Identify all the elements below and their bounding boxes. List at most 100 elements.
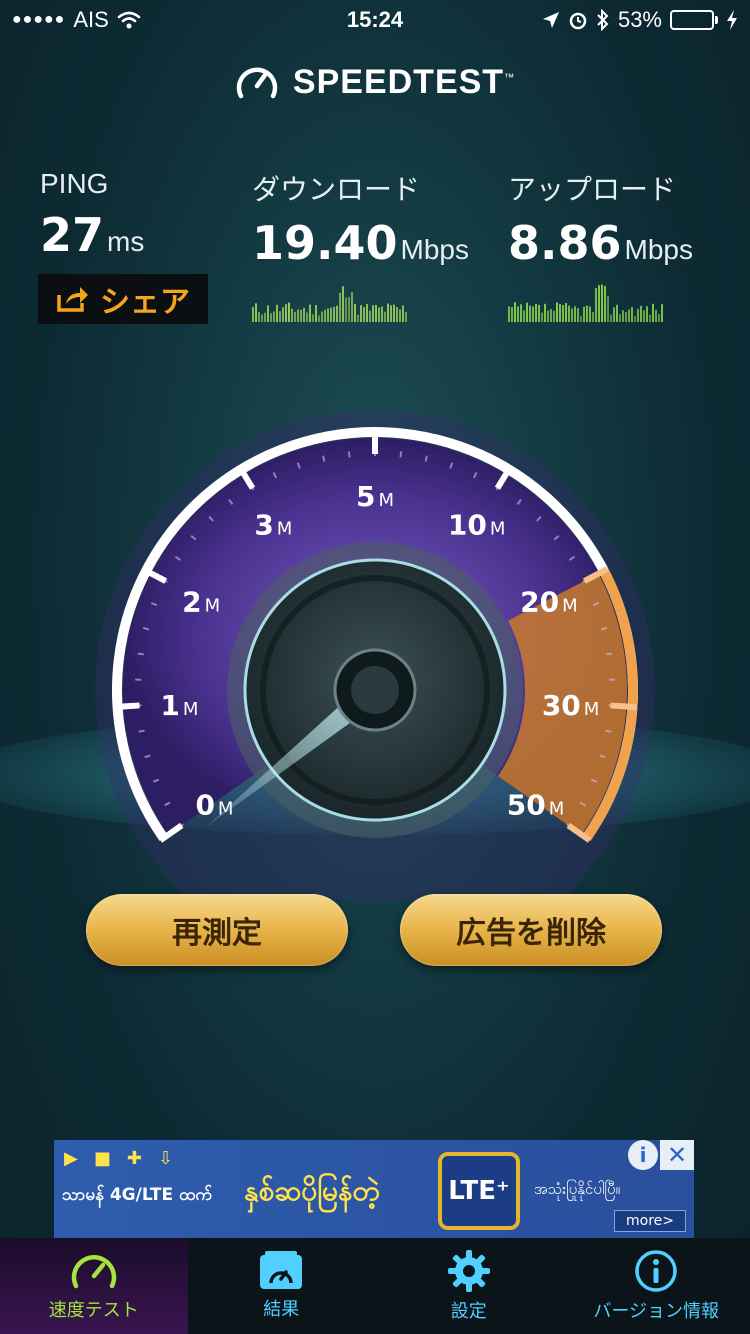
sparkline-bar: [619, 314, 621, 322]
sparkline-bar: [514, 302, 516, 322]
gamepad-icon: ✚: [126, 1148, 142, 1169]
retest-button[interactable]: 再測定: [86, 894, 348, 966]
sparkline-bar: [375, 304, 377, 322]
video-icon: ■: [93, 1148, 111, 1169]
sparkline-bar: [258, 311, 260, 322]
sparkline-bar: [655, 309, 657, 322]
sparkline-bar: [595, 288, 597, 322]
sparkline-bar: [300, 309, 302, 322]
speedometer-icon: [71, 1255, 116, 1289]
upload-label: アップロード: [508, 174, 677, 205]
sparkline-bar: [372, 305, 374, 322]
sparkline-bar: [318, 315, 320, 322]
sparkline-bar: [270, 313, 272, 322]
sparkline-bar: [276, 304, 278, 322]
sparkline-bar: [571, 308, 573, 322]
share-label: シェア: [100, 285, 190, 320]
sparkline-bar: [255, 303, 257, 322]
sparkline-bar: [565, 303, 567, 322]
sparkline-bar: [369, 310, 371, 322]
tab-label: 速度テスト: [48, 1300, 139, 1321]
speedometer-logo-icon: [236, 67, 278, 99]
sparkline-bar: [288, 302, 290, 322]
carrier-name: AIS: [73, 7, 109, 32]
sparkline-bar: [592, 311, 594, 322]
results-folder-icon: [260, 1251, 303, 1289]
location-arrow-icon: [542, 12, 559, 28]
tab-results[interactable]: 結果: [188, 1238, 376, 1334]
tab-about[interactable]: バージョン情報: [563, 1238, 750, 1334]
sparkline-bar: [526, 302, 528, 322]
sparkline-bar: [517, 306, 519, 322]
sparkline-bar: [559, 304, 561, 322]
sparkline-bar: [580, 315, 582, 322]
gauge-hub-center: [351, 666, 399, 714]
ad-left-text: သာမန် 4G/LTE ထက်: [62, 1185, 213, 1205]
ad-more-button[interactable]: more>: [614, 1210, 686, 1232]
ad-info-icon[interactable]: i: [628, 1140, 658, 1170]
sparkline-bar: [330, 307, 332, 322]
remove-ads-button[interactable]: 広告を削除: [400, 894, 662, 966]
sparkline-bar: [541, 312, 543, 322]
sparkline-bar: [613, 307, 615, 322]
download-unit: Mbps: [400, 234, 469, 265]
info-icon: [635, 1250, 677, 1292]
sparkline-bar: [294, 311, 296, 322]
sparkline-bar: [574, 306, 576, 322]
sparkline-bar: [556, 302, 558, 322]
upload-value: 8.86: [508, 216, 622, 270]
tab-bar: 速度テスト 結果 設定 バージョン情報: [0, 1238, 750, 1334]
upload-unit: Mbps: [624, 234, 693, 265]
sparkline-bar: [625, 312, 627, 322]
download-icon: ⇩: [157, 1148, 174, 1169]
tab-speed-test[interactable]: 速度テスト: [0, 1238, 188, 1334]
sparkline-bar: [538, 304, 540, 322]
sparkline-bar: [336, 305, 338, 322]
download-sparkline: [252, 286, 407, 322]
ad-media-icons: ▶ ■ ✚ ⇩: [64, 1148, 173, 1169]
sparkline-bar: [360, 305, 362, 322]
ad-banner[interactable]: ▶ ■ ✚ ⇩ သာမန် 4G/LTE ထက် နှစ်ဆပိုမြန်တဲ့…: [54, 1140, 694, 1238]
sparkline-bar: [261, 314, 263, 322]
sparkline-bar: [291, 308, 293, 322]
sparkline-bar: [327, 308, 329, 322]
sparkline-bar: [652, 303, 654, 322]
sparkline-bar: [402, 305, 404, 322]
bluetooth-icon: [597, 9, 609, 31]
share-button[interactable]: シェア: [38, 274, 208, 324]
sparkline-bar: [643, 310, 645, 322]
tab-settings[interactable]: 設定: [375, 1238, 563, 1334]
tab-label: 設定: [450, 1301, 487, 1322]
sparkline-bar: [309, 304, 311, 322]
sparkline-bar: [568, 305, 570, 322]
gauge-minor-tick: [137, 652, 144, 656]
sparkline-bar: [303, 307, 305, 322]
sparkline-bar: [345, 297, 347, 322]
sparkline-bar: [297, 309, 299, 322]
wifi-icon: [117, 11, 141, 29]
sparkline-bar: [583, 306, 585, 322]
ping-label: PING: [40, 168, 109, 199]
sparkline-bar: [267, 305, 269, 322]
sparkline-bar: [324, 309, 326, 322]
tab-label: バージョン情報: [593, 1301, 720, 1322]
sparkline-bar: [586, 305, 588, 322]
sparkline-bar: [252, 306, 254, 322]
sparkline-bar: [634, 315, 636, 322]
gauge-major-tick: [113, 702, 140, 711]
gauge-minor-tick: [424, 455, 428, 462]
sparkline-bar: [523, 310, 525, 322]
sparkline-bar: [339, 292, 341, 322]
sparkline-bar: [646, 306, 648, 322]
battery-icon: [670, 10, 718, 30]
sparkline-bar: [333, 306, 335, 322]
sparkline-bar: [604, 285, 606, 322]
sparkline-bar: [553, 310, 555, 322]
app-logo: SPEEDTEST™: [0, 62, 750, 102]
share-icon: [57, 287, 88, 312]
ad-close-icon[interactable]: ✕: [660, 1140, 694, 1170]
sparkline-bar: [544, 303, 546, 322]
sparkline-bar: [610, 314, 612, 322]
gauge-major-tick: [610, 702, 637, 711]
gauge-minor-tick: [399, 451, 403, 458]
